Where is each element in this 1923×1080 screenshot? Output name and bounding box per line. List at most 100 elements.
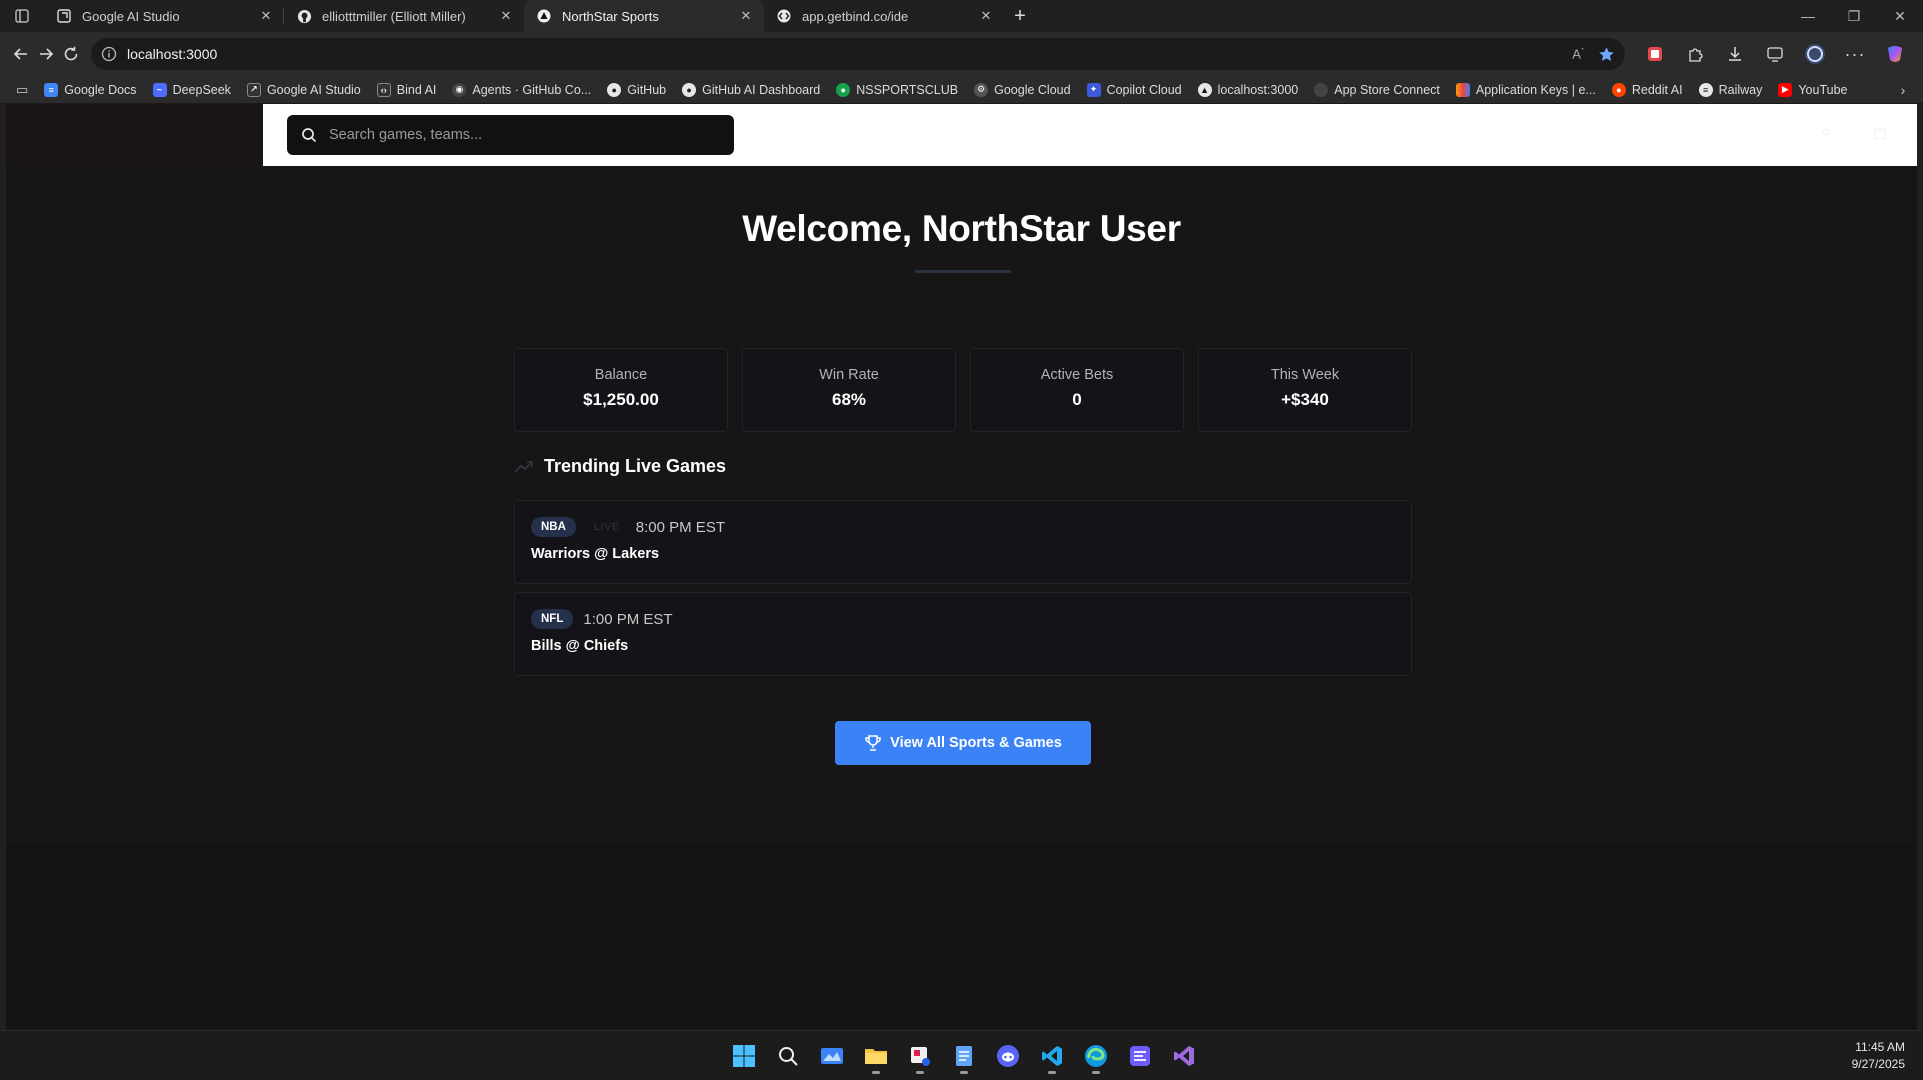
- close-tab-icon[interactable]: ✕: [258, 8, 274, 24]
- url-field[interactable]: localhost:3000 Aᐩ: [91, 38, 1625, 70]
- more-bookmarks-button[interactable]: ›: [1891, 82, 1915, 98]
- taskbar-file-explorer[interactable]: [858, 1038, 894, 1074]
- chevron-right-icon: ›: [1900, 81, 1906, 98]
- deepseek-icon: ~: [152, 82, 167, 97]
- taskbar-widgets[interactable]: [814, 1038, 850, 1074]
- game-matchup: Warriors @ Lakers: [531, 546, 660, 562]
- search-input[interactable]: [329, 127, 720, 143]
- header-menu-button[interactable]: [1873, 127, 1887, 144]
- taskbar-edge[interactable]: [1078, 1038, 1114, 1074]
- download-icon: [1729, 47, 1741, 61]
- performance-button[interactable]: [1755, 36, 1795, 72]
- close-tab-icon[interactable]: ✕: [498, 8, 514, 24]
- browser-tab-bar: Google AI Studio ✕ elliotttmiller (Ellio…: [0, 0, 1923, 32]
- favorite-star-icon[interactable]: [1598, 46, 1615, 63]
- bind-icon: [776, 8, 792, 24]
- bookmark-railway[interactable]: ≡ Railway: [1691, 78, 1771, 102]
- header-action-button[interactable]: [1819, 127, 1833, 144]
- menu-icon: [1874, 127, 1886, 140]
- refresh-button[interactable]: [58, 36, 83, 72]
- trending-up-icon: [514, 460, 533, 473]
- settings-more-button[interactable]: ···: [1835, 36, 1875, 72]
- northstar-icon: [536, 8, 552, 24]
- bookmark-github-ai-dashboard[interactable]: ● GitHub AI Dashboard: [674, 78, 828, 102]
- page-footer-area: [6, 844, 1917, 1030]
- taskbar-search-button[interactable]: [770, 1038, 806, 1074]
- bookmark-localhost[interactable]: ▲ localhost:3000: [1190, 78, 1307, 102]
- game-card-nfl[interactable]: NFL 1:00 PM EST Bills @ Chiefs: [514, 592, 1412, 676]
- extensions-button[interactable]: [1675, 36, 1715, 72]
- tab-google-ai-studio[interactable]: Google AI Studio ✕: [44, 0, 284, 32]
- stat-label: Win Rate: [819, 367, 879, 383]
- trending-heading: Trending Live Games: [514, 456, 726, 477]
- stat-card-win-rate: Win Rate 68%: [742, 348, 956, 432]
- folder-icon: [865, 1049, 887, 1064]
- minimize-button[interactable]: —: [1785, 0, 1831, 32]
- trending-title: Trending Live Games: [544, 456, 727, 476]
- vscode-icon: [1042, 1046, 1062, 1066]
- tab-actions-button[interactable]: [0, 0, 44, 32]
- plus-icon: +: [1014, 4, 1026, 27]
- taskbar-app-purple[interactable]: [1122, 1038, 1158, 1074]
- start-button[interactable]: [726, 1038, 762, 1074]
- restore-icon: ❐: [1847, 7, 1861, 24]
- bookmark-deepseek[interactable]: ~ DeepSeek: [145, 78, 239, 102]
- league-badge: NFL: [531, 609, 574, 629]
- bookmark-youtube[interactable]: ▶ YouTube: [1770, 78, 1855, 102]
- read-aloud-icon[interactable]: Aᐩ: [1572, 46, 1584, 61]
- bookmark-app-store-connect[interactable]: App Store Connect: [1306, 78, 1448, 102]
- extension-button[interactable]: [1635, 36, 1675, 72]
- forward-button[interactable]: [33, 36, 58, 72]
- bookmark-bind-ai[interactable]: ‹› Bind AI: [369, 78, 445, 102]
- bookmark-reddit-ai[interactable]: ● Reddit AI: [1604, 78, 1691, 102]
- view-all-sports-button[interactable]: View All Sports & Games: [835, 721, 1091, 765]
- profile-button[interactable]: [1795, 36, 1835, 72]
- league-badge: NBA: [531, 517, 576, 537]
- new-tab-button[interactable]: +: [1004, 0, 1036, 32]
- discord-icon: [997, 1045, 1019, 1067]
- tab-northstar-sports[interactable]: NorthStar Sports ✕: [524, 0, 764, 32]
- bookmark-copilot-cloud[interactable]: ✦ Copilot Cloud: [1079, 78, 1190, 102]
- search-icon: [302, 128, 317, 143]
- system-clock[interactable]: 11:45 AM 9/27/2025: [1852, 1039, 1905, 1073]
- bookmark-google-cloud[interactable]: ⚙ Google Cloud: [966, 78, 1078, 102]
- close-window-button[interactable]: ✕: [1877, 0, 1923, 32]
- taskbar-snipping-tool[interactable]: [902, 1038, 938, 1074]
- copilot-button[interactable]: [1875, 36, 1915, 72]
- page-title: Welcome, NorthStar User: [742, 208, 1181, 249]
- dashboard-main: Welcome, NorthStar User Balance $1,250.0…: [6, 166, 1917, 844]
- taskbar-apps: [726, 1038, 1202, 1074]
- stat-value: 68%: [831, 390, 867, 409]
- search-box[interactable]: [287, 115, 734, 155]
- info-icon[interactable]: [101, 46, 117, 62]
- edge-icon: [1085, 1045, 1107, 1067]
- tab-title: Google AI Studio: [82, 8, 180, 24]
- address-bar-row: localhost:3000 Aᐩ ···: [0, 32, 1923, 76]
- extension-red-icon: [1648, 47, 1662, 61]
- bookmark-google-docs[interactable]: ≡ Google Docs: [36, 78, 144, 102]
- bookmark-github[interactable]: ● GitHub: [599, 78, 674, 102]
- bookmark-nssportsclub[interactable]: ● NSSPORTSCLUB: [828, 78, 966, 102]
- close-tab-icon[interactable]: ✕: [738, 8, 754, 24]
- google-ai-studio-icon: ↗: [246, 82, 261, 97]
- taskbar-vscode[interactable]: [1034, 1038, 1070, 1074]
- restore-button[interactable]: ❐: [1831, 0, 1877, 32]
- bookmarks-sidebar-button[interactable]: ▭: [8, 78, 36, 102]
- google-docs-icon: ≡: [44, 82, 59, 97]
- stat-label: This Week: [1270, 367, 1340, 383]
- taskbar-discord[interactable]: [990, 1038, 1026, 1074]
- downloads-button[interactable]: [1715, 36, 1755, 72]
- widgets-icon: [821, 1048, 843, 1064]
- bookmark-application-keys[interactable]: Application Keys | e...: [1448, 78, 1604, 102]
- taskbar-visual-studio[interactable]: [1166, 1038, 1202, 1074]
- tab-github[interactable]: elliotttmiller (Elliott Miller) ✕: [284, 0, 524, 32]
- back-button[interactable]: [8, 36, 33, 72]
- tab-getbind[interactable]: app.getbind.co/ide ✕: [764, 0, 1004, 32]
- close-tab-icon[interactable]: ✕: [978, 8, 994, 24]
- clock-time: 11:45 AM: [1855, 1040, 1905, 1054]
- browser-toolbar: ···: [1635, 36, 1915, 72]
- taskbar-notepad[interactable]: [946, 1038, 982, 1074]
- bookmark-google-ai-studio[interactable]: ↗ Google AI Studio: [239, 78, 369, 102]
- bookmark-agents-github[interactable]: ◉ Agents · GitHub Co...: [444, 78, 599, 102]
- game-card-nba[interactable]: NBA LIVE 8:00 PM EST Warriors @ Lakers: [514, 500, 1412, 584]
